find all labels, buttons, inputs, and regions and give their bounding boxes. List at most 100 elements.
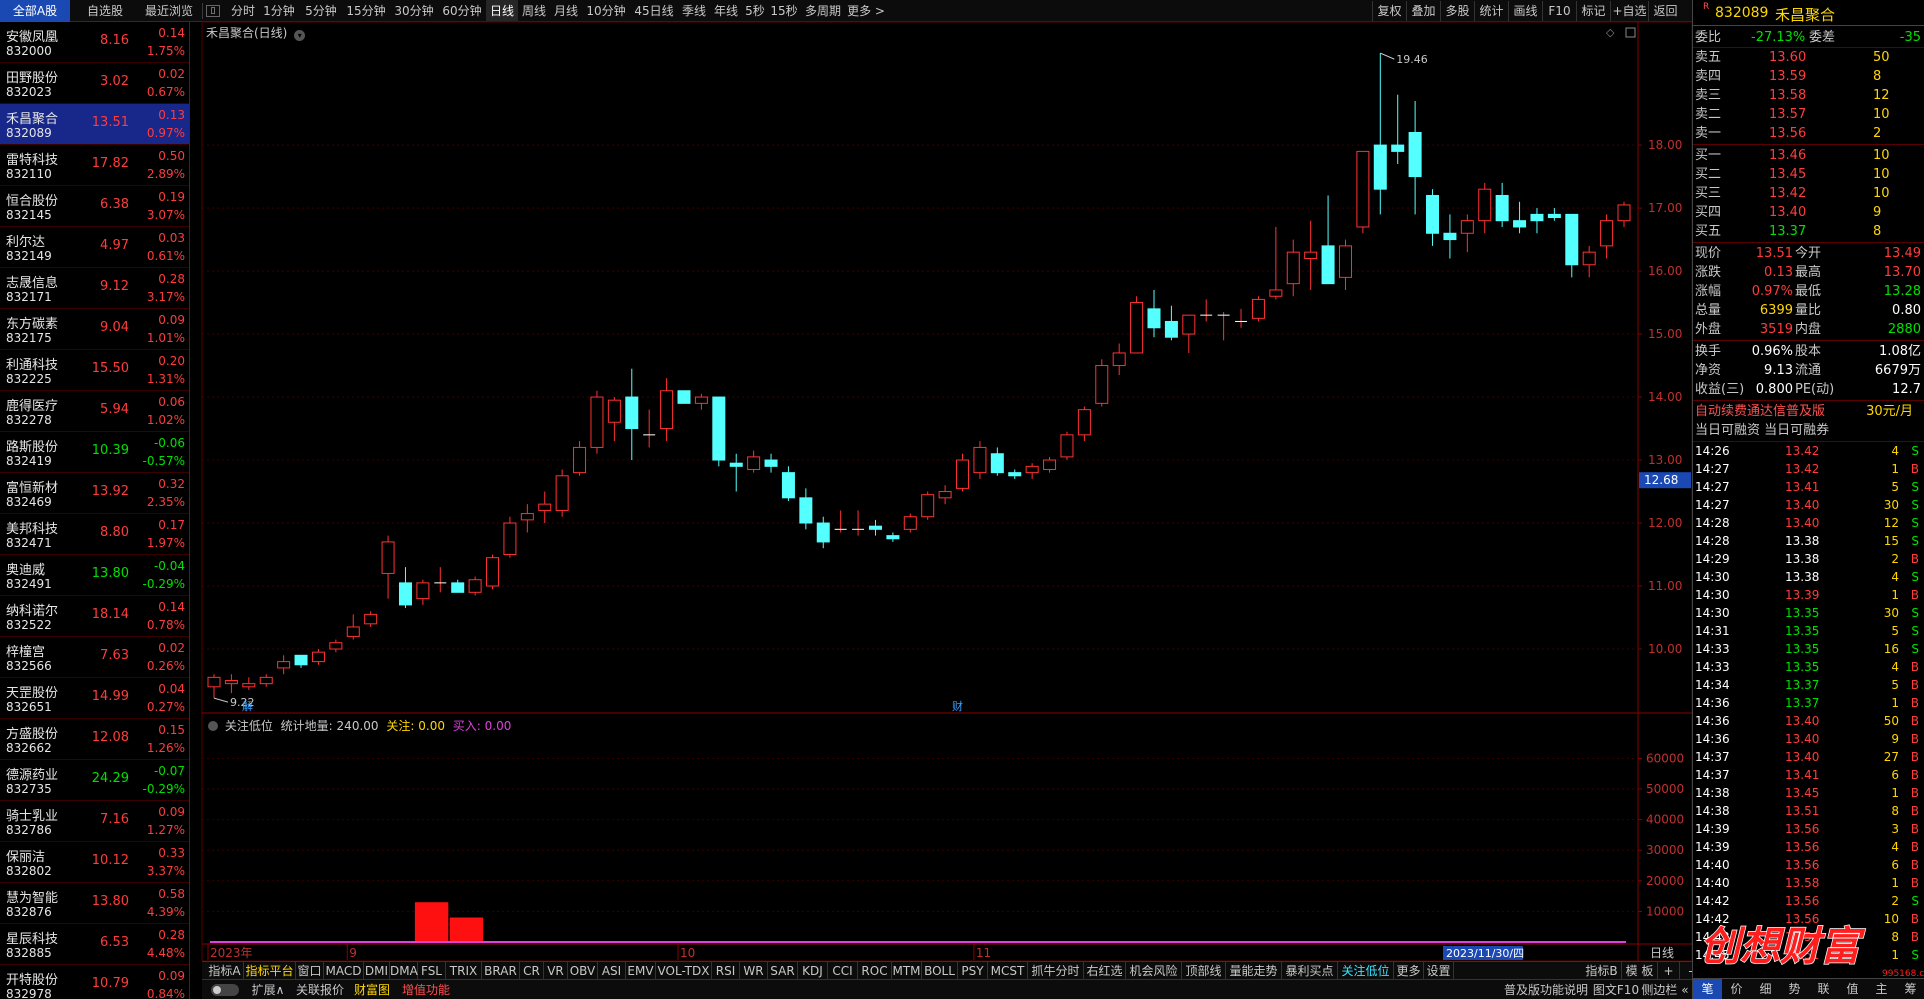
indicator-tab[interactable]: VR [544,962,568,980]
indicator-tab[interactable]: + [1658,962,1680,980]
indicator-tab[interactable]: 右红选 [1084,962,1126,980]
indicator-tab[interactable]: MTM [892,962,922,980]
stock-list-item[interactable]: 开特股份 832978 10.79 0.09 0.84% [0,965,189,999]
y-tick-label: 14.00 [1648,390,1682,404]
indicator-tab[interactable]: VOL-TDX [656,962,712,980]
order-book-row[interactable]: 买一 13.46 10 [1693,146,1924,165]
order-book-row[interactable]: 买三 13.42 10 [1693,184,1924,203]
diamond-icon[interactable]: ◇ [1606,26,1615,39]
tick-volume: 6 [1891,768,1899,782]
tick-side: S [1911,606,1919,620]
order-book-row[interactable]: 卖一 13.56 2 [1693,124,1924,143]
indicator-tab[interactable]: CR [520,962,544,980]
indicator-tab[interactable]: 关注低位 [1338,962,1394,980]
tick-side: S [1911,534,1919,548]
indicator-tab[interactable]: EMV [626,962,656,980]
indicator-tab[interactable]: RSI [712,962,740,980]
indicator-tab[interactable]: 更多 [1394,962,1424,980]
f10-button[interactable]: 图文F10 [1592,980,1640,999]
order-book-row[interactable]: 卖三 13.58 12 [1693,86,1924,105]
indicator-tab[interactable]: 指标B [1582,962,1622,980]
order-book-row[interactable]: 买四 13.40 9 [1693,203,1924,222]
tick-volume: 30 [1883,606,1899,620]
maximize-icon[interactable] [1625,27,1636,38]
candle [346,614,360,640]
indicator-tab[interactable]: MACD [324,962,364,980]
indicator-tab[interactable]: 模 板 [1622,962,1658,980]
quote-footer-tab[interactable]: 细 [1751,979,1780,999]
indicator-menu-icon[interactable] [208,721,218,731]
indicator-tab[interactable]: BOLL [922,962,958,980]
indicator-tab[interactable]: BRAR [482,962,520,980]
indicator-tab[interactable]: WR [740,962,768,980]
toggle-switch[interactable] [206,980,244,999]
indicator-tab[interactable]: DMA [390,962,418,980]
order-diff-value: -35 [1899,30,1921,45]
indicator-tab[interactable]: OBV [568,962,598,980]
quote-footer-tab[interactable]: 笔 [1693,979,1722,999]
order-book-volume: 8 [1873,224,1882,239]
quote-value: 13.28 [1883,284,1921,299]
indicator-tab[interactable]: 机会风险 [1126,962,1182,980]
indicator-tab[interactable]: DMI [364,962,390,980]
tick-price: 13.56 [1785,822,1820,836]
indicator-tab[interactable]: FSL [418,962,446,980]
quote-footer-tab[interactable]: 联 [1809,979,1838,999]
sidebar-toggle[interactable]: 侧边栏 « [1640,980,1690,999]
candle [1147,289,1161,338]
financial-marker[interactable]: 财 [952,699,963,713]
indicator-tab[interactable]: TRIX [446,962,482,980]
quote-footer-tabs: 笔价细势联值主筹 [1693,978,1924,999]
wealth-chart-button[interactable]: 财富图 [350,980,394,999]
order-book-level: 买四 [1695,205,1722,220]
indicator-tab[interactable]: 指标A [206,962,244,980]
indicator-tab[interactable]: MCST [988,962,1028,980]
quote-footer-tab[interactable]: 主 [1867,979,1896,999]
quote-footer-tab[interactable]: 势 [1780,979,1809,999]
tick-volume: 5 [1891,678,1899,692]
indicator-tab[interactable]: 顶部线 [1182,962,1226,980]
ad-text: 自动续费通达信普及版 [1695,404,1826,419]
tick-volume: 30 [1883,498,1899,512]
quote-footer-tab[interactable]: 筹 [1896,979,1924,999]
indicator-tab[interactable]: 窗口 [296,962,324,980]
quote-row: 涨跌 0.13 最高 13.70 [1693,263,1924,282]
expand-button[interactable]: 扩展∧ [248,980,288,999]
tick-time: 14:36 [1695,696,1730,710]
unlock-marker[interactable]: 解 [242,699,253,713]
order-book-row[interactable]: 买二 13.45 10 [1693,165,1924,184]
price-chart[interactable]: 18.00 17.00 16.00 15.00 14.00 13.00 12.00 11.00… [0,0,1692,961]
tick-time: 14:27 [1695,498,1730,512]
indicator-stat-label: 统计地量: [280,719,333,733]
indicator-tab[interactable]: SAR [768,962,798,980]
candle [416,579,430,605]
order-book-volume: 8 [1873,69,1882,84]
order-book-row[interactable]: 买五 13.37 8 [1693,222,1924,241]
tick-side: B [1910,822,1919,836]
indicator-tab[interactable]: 抓牛分时 [1028,962,1084,980]
indicator-tab[interactable]: PSY [958,962,988,980]
indicator-tab[interactable]: ROC [858,962,892,980]
indicator-tab[interactable]: 暴利买点 [1282,962,1338,980]
order-book-level: 买一 [1695,148,1722,163]
order-book-row[interactable]: 卖二 13.57 10 [1693,105,1924,124]
indicator-tab[interactable]: 量能走势 [1226,962,1282,980]
help-link[interactable]: 普及版功能说明 [1498,980,1594,999]
value-added-button[interactable]: 增值功能 [398,980,454,999]
quote-footer-tab[interactable]: 值 [1838,979,1867,999]
tick-time: 14:36 [1695,732,1730,746]
indicator-tab[interactable]: 指标平台 [244,962,296,980]
order-book-row[interactable]: 卖五 13.60 50 [1693,48,1924,67]
candle [1077,406,1091,442]
link-quote-button[interactable]: 关联报价 [292,980,348,999]
ad-banner[interactable]: 自动续费通达信普及版 30元/月 [1693,402,1924,421]
candle [538,491,552,524]
tick-price: 13.56 [1785,840,1820,854]
indicator-tab[interactable]: KDJ [798,962,828,980]
quote-footer-tab[interactable]: 价 [1722,979,1751,999]
info-value: 0.96% [1751,344,1793,359]
indicator-tab[interactable]: 设置 [1424,962,1454,980]
indicator-tab[interactable]: ASI [598,962,626,980]
order-book-row[interactable]: 卖四 13.59 8 [1693,67,1924,86]
indicator-tab[interactable]: CCI [828,962,858,980]
